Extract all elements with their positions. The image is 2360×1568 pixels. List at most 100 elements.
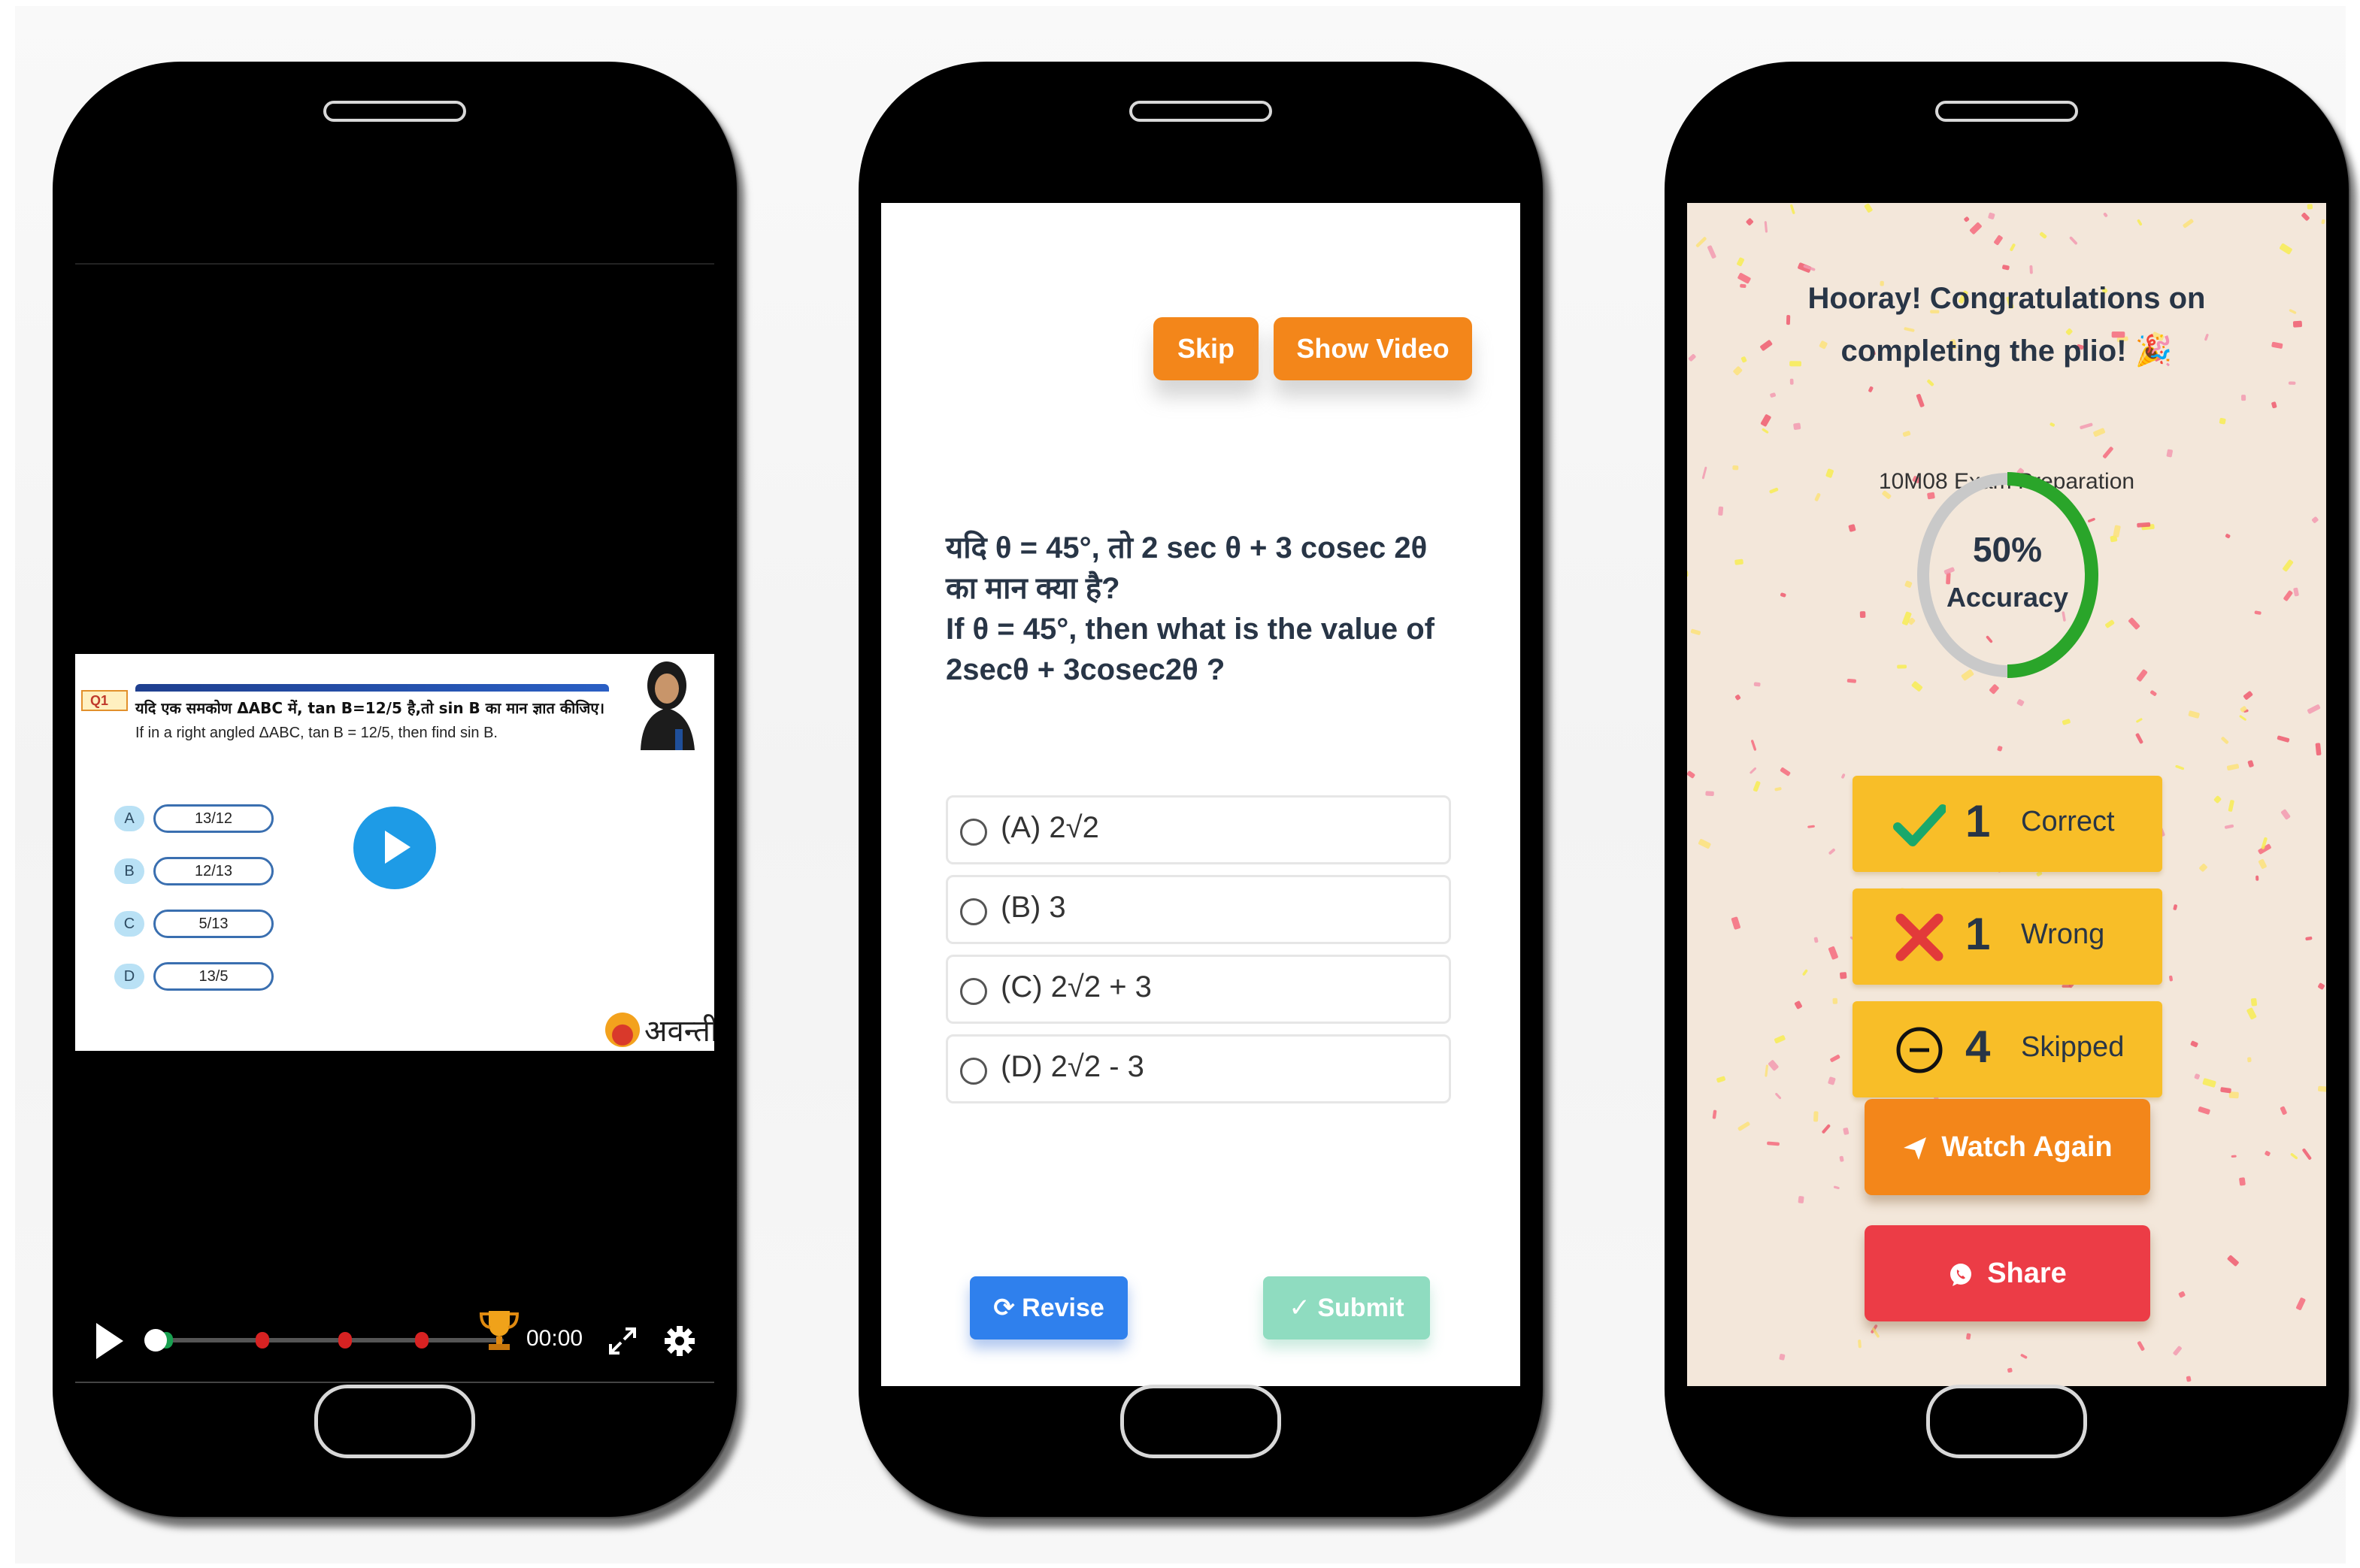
confetti-piece [1833, 1185, 1840, 1190]
fullscreen-icon[interactable] [606, 1324, 639, 1358]
confetti-piece [2283, 590, 2293, 601]
congrats-title-line1: Hooray! Congratulations on [1807, 282, 2206, 315]
watch-again-button[interactable]: Watch Again [1865, 1099, 2150, 1195]
confetti-piece [1734, 695, 1741, 701]
confetti-piece [1734, 558, 1743, 565]
time-display: 00:00 [526, 1326, 583, 1351]
confetti-piece [1969, 222, 1982, 235]
seek-knob[interactable] [144, 1329, 167, 1352]
answer-label: (C) 2√2 + 3 [1001, 970, 1152, 1003]
confetti-piece [2239, 1177, 2246, 1186]
video-slide[interactable]: Q1 यदि एक समकोण ΔABC में, tan B=12/5 है,… [75, 654, 714, 1051]
confetti-piece [1770, 392, 1776, 398]
radio-button[interactable] [960, 819, 987, 846]
confetti-piece [1902, 431, 1911, 437]
question-line: का मान क्या है? [946, 572, 1120, 605]
submit-button[interactable]: ✓ Submit [1263, 1276, 1430, 1339]
question-marker[interactable] [415, 1332, 429, 1349]
watch-again-label: Watch Again [1941, 1131, 2113, 1163]
cross-icon [1895, 913, 1943, 961]
confetti-piece [2221, 737, 2229, 744]
confetti-piece [1997, 746, 2003, 752]
stat-label: Correct [2021, 806, 2115, 837]
confetti-piece [1767, 1141, 1780, 1146]
confetti-piece [2198, 1106, 2210, 1115]
confetti-piece [1718, 506, 1724, 516]
confetti-piece [2199, 863, 2207, 872]
confetti-piece [1966, 1333, 1971, 1340]
confetti-piece [1687, 770, 1695, 779]
divider [75, 263, 714, 265]
stat-count: 4 [1965, 1022, 1991, 1072]
confetti-piece [2093, 428, 2106, 437]
confetti-piece [1695, 237, 1707, 247]
confetti-piece [1840, 972, 1847, 979]
confetti-piece [2301, 213, 2310, 221]
confetti-piece [1964, 216, 1970, 222]
phone-question: Skip Show Video यदि θ = 45°, तो 2 sec θ … [859, 62, 1543, 1517]
confetti-piece [2228, 800, 2234, 812]
sun-logo-icon [605, 1012, 640, 1047]
confetti-piece [2175, 764, 2185, 770]
confetti-piece [2137, 1341, 2145, 1351]
confetti-piece [2312, 516, 2319, 523]
confetti-piece [1690, 628, 1701, 635]
trophy-icon[interactable] [478, 1308, 520, 1352]
brand-name: अवन्ती [644, 1014, 714, 1049]
question-marker[interactable] [338, 1332, 352, 1349]
question-line: If θ = 45°, then what is the value of [946, 613, 1434, 646]
slide-play-icon[interactable] [353, 807, 436, 889]
confetti-piece [2150, 690, 2157, 696]
answer-option-d[interactable]: (D) 2√2 - 3 [946, 1034, 1451, 1103]
results-screen: Hooray! Congratulations on completing th… [1687, 203, 2326, 1386]
answer-option-b[interactable]: (B) 3 [946, 875, 1451, 944]
phone-home-button [1120, 1385, 1281, 1458]
seek-bar[interactable] [150, 1338, 504, 1342]
option-value: 12/13 [153, 857, 274, 885]
radio-button[interactable] [960, 898, 987, 925]
confetti-piece [2296, 1297, 2306, 1310]
question-marker[interactable] [256, 1332, 269, 1349]
skip-button[interactable]: Skip [1153, 317, 1259, 380]
revise-button[interactable]: ⟳ Revise [970, 1276, 1128, 1339]
send-arrow-icon [1904, 1137, 1927, 1160]
divider [75, 1382, 714, 1383]
minus-circle-icon [1896, 1027, 1943, 1073]
confetti-piece [2258, 858, 2267, 869]
confetti-piece [2241, 395, 2246, 401]
confetti-piece [2305, 936, 2313, 941]
settings-gear-icon[interactable] [663, 1324, 696, 1358]
confetti-piece [1802, 969, 1808, 976]
confetti-piece [1813, 1111, 1819, 1122]
confetti-piece [2231, 1155, 2237, 1158]
answer-option-a[interactable]: (A) 2√2 [946, 795, 1451, 864]
show-video-button[interactable]: Show Video [1274, 317, 1472, 380]
confetti-piece [2039, 232, 2047, 239]
confetti-piece [1798, 1196, 1804, 1203]
confetti-piece [1794, 1000, 1802, 1010]
confetti-piece [1807, 825, 1815, 828]
confetti-piece [1793, 422, 1801, 430]
confetti-piece [2188, 710, 2200, 719]
radio-button[interactable] [960, 978, 987, 1005]
confetti-piece [2169, 975, 2173, 982]
confetti-piece [2049, 422, 2055, 427]
share-button[interactable]: Share [1865, 1225, 2150, 1321]
radio-button[interactable] [960, 1058, 987, 1085]
confetti-piece [1858, 1339, 1862, 1349]
confetti-piece [2307, 704, 2321, 714]
phone-home-button [1926, 1385, 2087, 1458]
answer-option-c[interactable]: (C) 2√2 + 3 [946, 955, 1451, 1024]
confetti-piece [1712, 1109, 1717, 1119]
play-icon[interactable] [96, 1323, 123, 1359]
confetti-piece [2202, 1078, 2216, 1088]
confetti-piece [2318, 982, 2325, 990]
confetti-piece [1698, 839, 1711, 849]
question-english: If in a right angled ΔABC, tan B = 12/5,… [135, 725, 498, 741]
confetti-piece [2315, 743, 2322, 755]
question-text: यदि θ = 45°, तो 2 sec θ + 3 cosec 2θ का … [946, 528, 1472, 690]
confetti-piece [1988, 212, 1995, 219]
stat-count: 1 [1965, 796, 1991, 846]
confetti-piece [1751, 740, 1757, 751]
confetti-piece [2190, 1040, 2198, 1048]
